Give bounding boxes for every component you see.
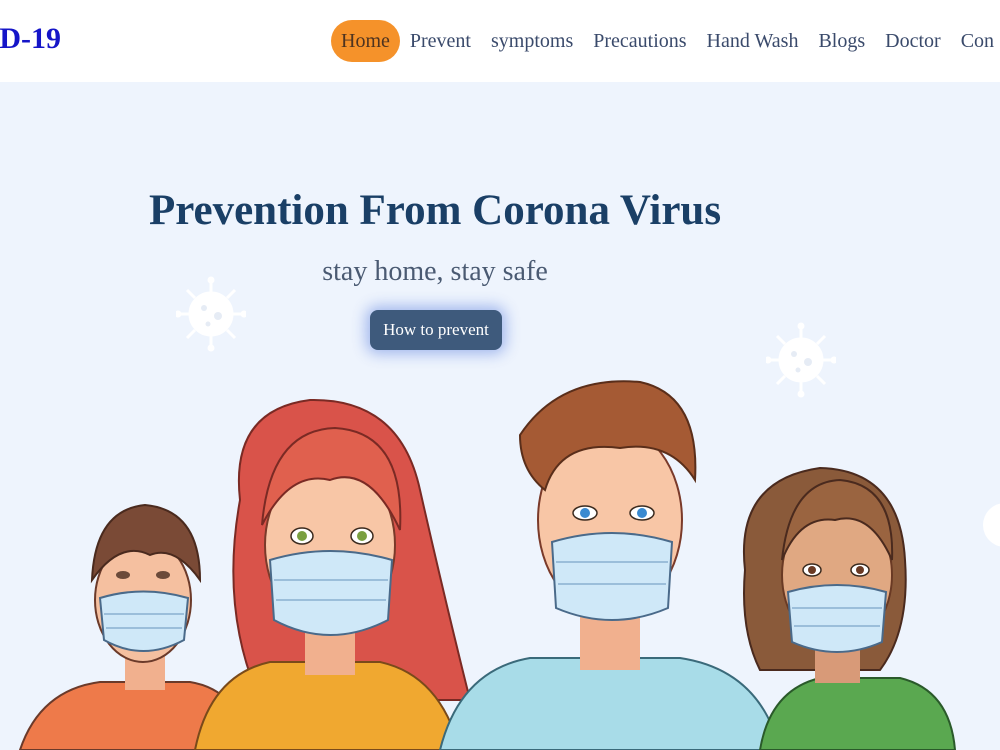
masked-people-illustration — [18, 380, 1000, 750]
nav-item-prevent[interactable]: Prevent — [400, 20, 481, 62]
nav-menu: Home Prevent symptoms Precautions Hand W… — [331, 20, 1000, 62]
nav-item-blogs[interactable]: Blogs — [808, 20, 875, 62]
nav-item-doctor[interactable]: Doctor — [875, 20, 951, 62]
hero-title: Prevention From Corona Virus — [148, 187, 722, 234]
site-logo[interactable]: VID-19 — [0, 22, 61, 56]
person-3 — [438, 380, 782, 750]
nav-item-symptoms[interactable]: symptoms — [481, 20, 583, 62]
nav-item-home[interactable]: Home — [331, 20, 400, 62]
person-4 — [743, 466, 957, 750]
virus-icon — [983, 503, 1000, 547]
hero-subtitle: stay home, stay safe — [322, 256, 548, 287]
how-to-prevent-button[interactable]: How to prevent — [370, 310, 502, 350]
nav-item-contact[interactable]: Con — [951, 20, 1000, 62]
nav-item-hand-wash[interactable]: Hand Wash — [697, 20, 809, 62]
person-2 — [193, 398, 472, 750]
navbar: VID-19 Home Prevent symptoms Precautions… — [0, 0, 1000, 82]
nav-item-precautions[interactable]: Precautions — [583, 20, 696, 62]
